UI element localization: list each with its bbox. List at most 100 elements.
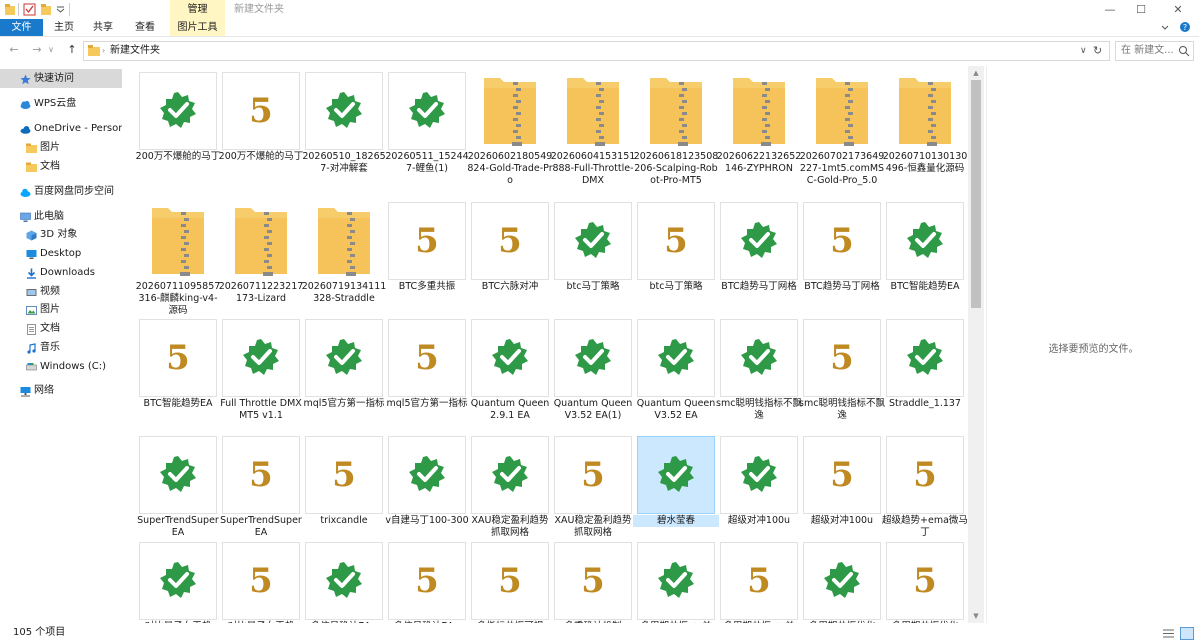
file-name[interactable]: btc马丁策略 [550,281,636,293]
sidebar-item[interactable]: 音乐 [0,338,122,357]
file-name[interactable]: btc马丁策略 [633,281,719,293]
file-name[interactable]: smc聪明钱指标不飘逸 [716,398,802,422]
file-thumbnail[interactable]: 5 [471,542,549,620]
sidebar-item[interactable]: 文档 [0,157,122,176]
file-name[interactable]: 碧水莹春 [633,515,719,527]
file-name[interactable]: BTC六脉对冲 [467,281,553,293]
file-thumbnail[interactable]: 5 [803,436,881,514]
file-thumbnail[interactable] [803,72,881,150]
file-thumbnail[interactable]: 5 [388,542,466,620]
file-name[interactable]: 20260511_152447-鲤鱼(1) [384,151,470,175]
up-button[interactable]: ↑ [64,42,80,58]
file-name[interactable]: BTC趋势马丁网格 [716,281,802,293]
file-name[interactable]: 超级对冲100u [716,515,802,527]
vertical-scrollbar[interactable]: ▲ ▼ [968,66,984,623]
tab-view[interactable]: 查看 [130,19,160,36]
forward-button[interactable]: → [29,42,45,58]
file-name[interactable]: BTC智能趋势EA [882,281,968,293]
properties-icon[interactable] [23,3,36,16]
maximize-button[interactable]: ☐ [1128,0,1154,19]
file-thumbnail[interactable] [222,202,300,280]
tab-file[interactable]: 文件 [0,19,43,36]
file-thumbnail[interactable]: 5 [222,436,300,514]
file-thumbnail[interactable] [471,319,549,397]
file-thumbnail[interactable] [637,542,715,620]
recent-locations-button[interactable]: ∨ [46,42,56,58]
file-thumbnail[interactable] [720,202,798,280]
scroll-up-arrow-icon[interactable]: ▲ [968,66,984,80]
context-tab-manage[interactable]: 管理 [170,0,225,19]
scrollbar-thumb[interactable] [971,80,981,308]
large-icons-view-icon[interactable] [1180,627,1194,640]
file-name[interactable]: 20260702173649227-1mt5.comMSC-Gold-Pro_5… [799,151,885,187]
file-name[interactable]: 20260510_182657-对冲解套 [301,151,387,175]
address-bar[interactable]: › 新建文件夹 ∨ ↻ [83,41,1110,61]
qa-customize-icon[interactable] [56,3,65,16]
file-thumbnail[interactable]: 5 [637,202,715,280]
file-name[interactable]: Quantum Queen V3.52 EA(1) [550,398,636,422]
file-thumbnail[interactable]: 5 [222,542,300,620]
file-name[interactable]: Full Throttle DMX MT5 v1.1 [218,398,304,422]
file-thumbnail[interactable]: 5 [803,202,881,280]
file-thumbnail[interactable] [139,202,217,280]
refresh-button[interactable]: ↻ [1093,42,1102,60]
file-name[interactable]: 200万不爆舱的马丁 [135,151,221,163]
file-thumbnail[interactable]: 5 [554,436,632,514]
file-thumbnail[interactable] [471,72,549,150]
file-thumbnail[interactable] [471,436,549,514]
file-name[interactable]: v自建马丁100-300 [384,515,470,527]
file-thumbnail[interactable]: 5 [554,542,632,620]
file-thumbnail[interactable]: 5 [388,319,466,397]
file-thumbnail[interactable] [139,542,217,620]
file-thumbnail[interactable] [886,72,964,150]
new-folder-icon[interactable] [40,3,52,16]
file-thumbnail[interactable] [720,319,798,397]
file-name[interactable]: Quantum Queen V3.52 EA [633,398,719,422]
file-thumbnail[interactable]: 5 [886,542,964,620]
file-thumbnail[interactable] [803,542,881,620]
sidebar-item[interactable]: OneDrive - Persona [0,119,122,138]
sidebar-item[interactable]: 网络 [0,381,122,400]
file-name[interactable]: mql5官方第一指标 [301,398,387,410]
file-name[interactable]: 20260711223217173-Lizard [218,281,304,305]
sidebar-item[interactable]: 图片 [0,138,122,157]
file-thumbnail[interactable] [388,72,466,150]
file-thumbnail[interactable] [637,319,715,397]
file-name[interactable]: 20260618123508206-Scalping-Robot-Pro-MT5 [633,151,719,187]
sidebar-item[interactable]: WPS云盘 [0,94,122,113]
breadcrumb-separator-icon[interactable]: › [102,42,105,60]
sidebar-item[interactable]: Desktop [0,244,122,263]
file-name[interactable]: trixcandle [301,515,387,527]
file-name[interactable]: XAU稳定盈利趋势抓取网格 [550,515,636,539]
tab-share[interactable]: 共享 [88,19,118,36]
sidebar-item[interactable]: 视频 [0,282,122,301]
file-thumbnail[interactable]: 5 [139,319,217,397]
search-icon[interactable] [1178,45,1190,57]
file-name[interactable]: 20260622132652146-ZYPHRON [716,151,802,175]
file-name[interactable]: Quantum Queen 2.9.1 EA [467,398,553,422]
back-button[interactable]: ← [6,42,22,58]
file-name[interactable]: 20260710130130496-恒鑫量化源码 [882,151,968,175]
address-dropdown-button[interactable]: ∨ [1080,42,1087,60]
details-view-icon[interactable] [1163,628,1174,639]
file-thumbnail[interactable] [388,436,466,514]
sidebar-item[interactable]: Downloads [0,263,122,282]
sidebar-item[interactable]: Windows (C:) [0,357,122,376]
file-thumbnail[interactable] [305,542,383,620]
file-thumbnail[interactable]: 5 [388,202,466,280]
file-thumbnail[interactable] [305,72,383,150]
file-thumbnail[interactable]: 5 [305,436,383,514]
search-box[interactable]: 在 新建文... [1115,41,1194,61]
file-thumbnail[interactable] [305,319,383,397]
close-button[interactable]: ✕ [1165,0,1191,19]
sidebar-item[interactable]: 此电脑 [0,207,122,226]
file-thumbnail[interactable] [222,319,300,397]
help-icon[interactable]: ? [1179,21,1191,33]
file-name[interactable]: 超级趋势+ema微马丁 [882,515,968,539]
file-name[interactable]: 20260719134111328-Straddle [301,281,387,305]
file-name[interactable]: BTC趋势马丁网格 [799,281,885,293]
file-thumbnail[interactable]: 5 [803,319,881,397]
sidebar-item[interactable]: 文档 [0,319,122,338]
file-name[interactable]: SuperTrendSuperEA [218,515,304,539]
scroll-down-arrow-icon[interactable]: ▼ [968,609,984,623]
